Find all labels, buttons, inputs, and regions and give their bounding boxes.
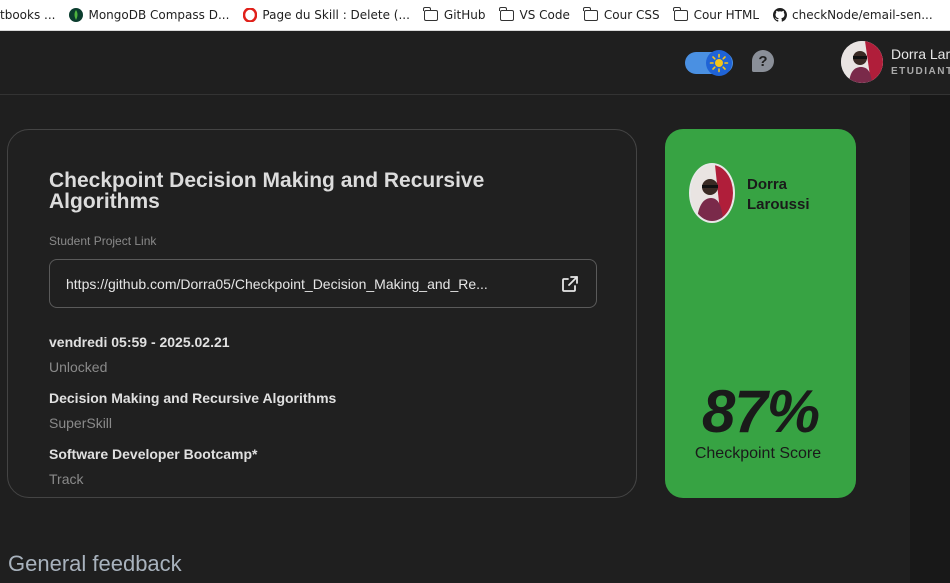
sun-icon [709, 53, 729, 73]
folder-icon [583, 6, 598, 21]
student-name: Dorra Laroussi [747, 176, 810, 213]
student-photo [691, 165, 733, 221]
external-link-icon[interactable] [560, 274, 580, 294]
bookmark-folder-css[interactable]: Cour CSS [583, 0, 660, 30]
project-link-url[interactable]: https://github.com/Dorra05/Checkpoint_De… [66, 276, 488, 292]
github-icon [773, 8, 788, 22]
page-title: Checkpoint Decision Making and Recursive… [49, 169, 485, 213]
project-link-field[interactable]: https://github.com/Dorra05/Checkpoint_De… [49, 259, 597, 308]
bookmark-label: Cour HTML [693, 8, 760, 22]
folder-icon [423, 6, 438, 21]
folder-icon [673, 6, 688, 21]
bookmarks-bar: tbooks ... MongoDB Compass D... Page du … [0, 0, 950, 31]
bookmark-item-checknode[interactable]: checkNode/email-sen... [773, 0, 933, 30]
theme-toggle-knob [706, 50, 732, 76]
folder-icon [499, 6, 514, 21]
bookmark-item[interactable]: tbooks ... [0, 0, 55, 30]
help-icon: ? [758, 52, 768, 70]
user-name[interactable]: Dorra Lar [891, 46, 950, 62]
page-scroll-gutter [910, 95, 950, 583]
bookmark-item-skill[interactable]: Page du Skill : Delete (... [243, 0, 410, 30]
student-avatar [689, 163, 735, 223]
checkpoint-score-label: Checkpoint Score [694, 445, 822, 462]
bookmark-folder-html[interactable]: Cour HTML [673, 0, 760, 30]
checkpoint-score-value: 87% [701, 378, 820, 445]
project-card: Checkpoint Decision Making and Recursive… [7, 129, 637, 498]
submission-date: vendredi 05:59 - 2025.02.21 [49, 334, 230, 350]
bookmark-folder-github[interactable]: GitHub [423, 0, 486, 30]
avatar[interactable] [841, 41, 883, 83]
bookmark-label: VS Code [519, 8, 570, 22]
bookmark-folder-vscode[interactable]: VS Code [499, 0, 570, 30]
track-label: Track [49, 471, 84, 487]
theme-toggle[interactable] [685, 50, 733, 76]
user-role: ETUDIANT [891, 66, 950, 77]
mongodb-leaf-icon [69, 8, 84, 22]
general-feedback-heading: General feedback [8, 551, 182, 576]
bookmark-item-mongodb[interactable]: MongoDB Compass D... [69, 0, 229, 30]
avatar-photo [841, 41, 883, 83]
bookmark-label: Cour CSS [603, 8, 660, 22]
bookmark-label: GitHub [443, 8, 486, 22]
bookmark-label: tbooks ... [0, 8, 56, 22]
opera-icon [243, 8, 258, 22]
project-link-label: Student Project Link [49, 234, 157, 248]
skill-name: Decision Making and Recursive Algorithms [49, 390, 337, 406]
track-name: Software Developer Bootcamp* [49, 446, 258, 462]
bookmark-label: MongoDB Compass D... [88, 8, 230, 22]
bookmark-label: Page du Skill : Delete (... [262, 8, 410, 22]
score-card: Dorra Laroussi 87% Checkpoint Score [665, 129, 856, 498]
app-header: ? Dorra Lar ETUDIANT [0, 31, 950, 95]
skill-type: SuperSkill [49, 415, 113, 431]
bookmark-label: checkNode/email-sen... [792, 8, 933, 22]
status-badge: Unlocked [49, 359, 108, 375]
help-button[interactable]: ? [752, 50, 774, 72]
